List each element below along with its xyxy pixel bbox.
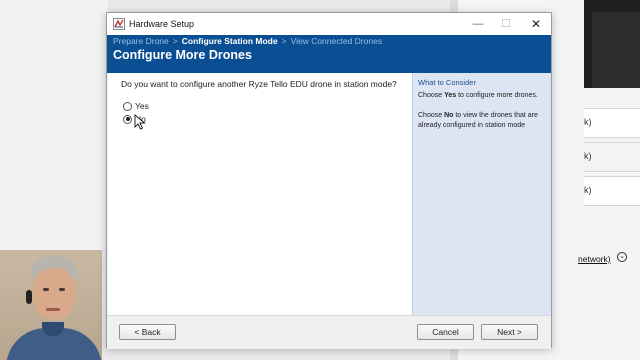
radio-icon[interactable] [123,101,132,111]
cancel-button[interactable]: Cancel [417,324,474,340]
radio-option-yes[interactable]: Yes [123,101,149,111]
background-list-row: k) [584,176,640,206]
radio-icon[interactable] [123,114,132,124]
breadcrumb-item-prepare-drone: Prepare Drone [113,36,169,46]
background-network-link[interactable]: network) [578,254,611,264]
background-list-row: k) [584,142,640,172]
breadcrumb-item-view-connected-drones: View Connected Drones [290,36,383,46]
dialog-footer: < Back Cancel Next > [107,315,551,349]
dialog-titlebar[interactable]: Hardware Setup — ☐ ✕ [107,13,551,35]
tip-no: Choose No to view the drones that are al… [418,112,538,129]
background-list-row: k) [584,108,640,138]
background-video-thumbnail [584,0,640,88]
back-button[interactable]: < Back [119,324,176,340]
question-text: Do you want to configure another Ryze Te… [121,79,397,89]
mouse-cursor-icon [134,114,146,130]
minimize-icon[interactable]: — [463,13,493,35]
app-icon [113,18,125,30]
breadcrumb: Prepare Drone > Configure Station Mode > Vie… [113,36,382,46]
breadcrumb-item-configure-station-mode: Configure Station Mode [181,36,278,46]
close-icon[interactable]: ✕ [521,13,551,35]
presenter-webcam [0,250,102,360]
what-to-consider-panel: What to Consider Choose Yes to configure… [412,73,551,315]
breadcrumb-separator: > [281,36,287,46]
next-button[interactable]: Next > [481,324,538,340]
chevron-down-icon[interactable]: ⌄ [617,252,627,262]
side-panel-heading: What to Consider [418,78,476,87]
dialog-header: Prepare Drone > Configure Station Mode > Vie… [107,35,551,73]
page-title: Configure More Drones [113,48,252,62]
background-left-panel [0,0,108,250]
radio-label-yes: Yes [135,101,149,111]
hardware-setup-dialog: Hardware Setup — ☐ ✕ Prepare Drone > Confi… [106,12,552,349]
tip-yes: Choose Yes to configure more drones. [418,92,538,99]
dialog-title: Hardware Setup [129,19,195,29]
main-content: Do you want to configure another Ryze Te… [108,73,412,315]
breadcrumb-separator: > [172,36,178,46]
maximize-icon[interactable]: ☐ [491,13,521,35]
